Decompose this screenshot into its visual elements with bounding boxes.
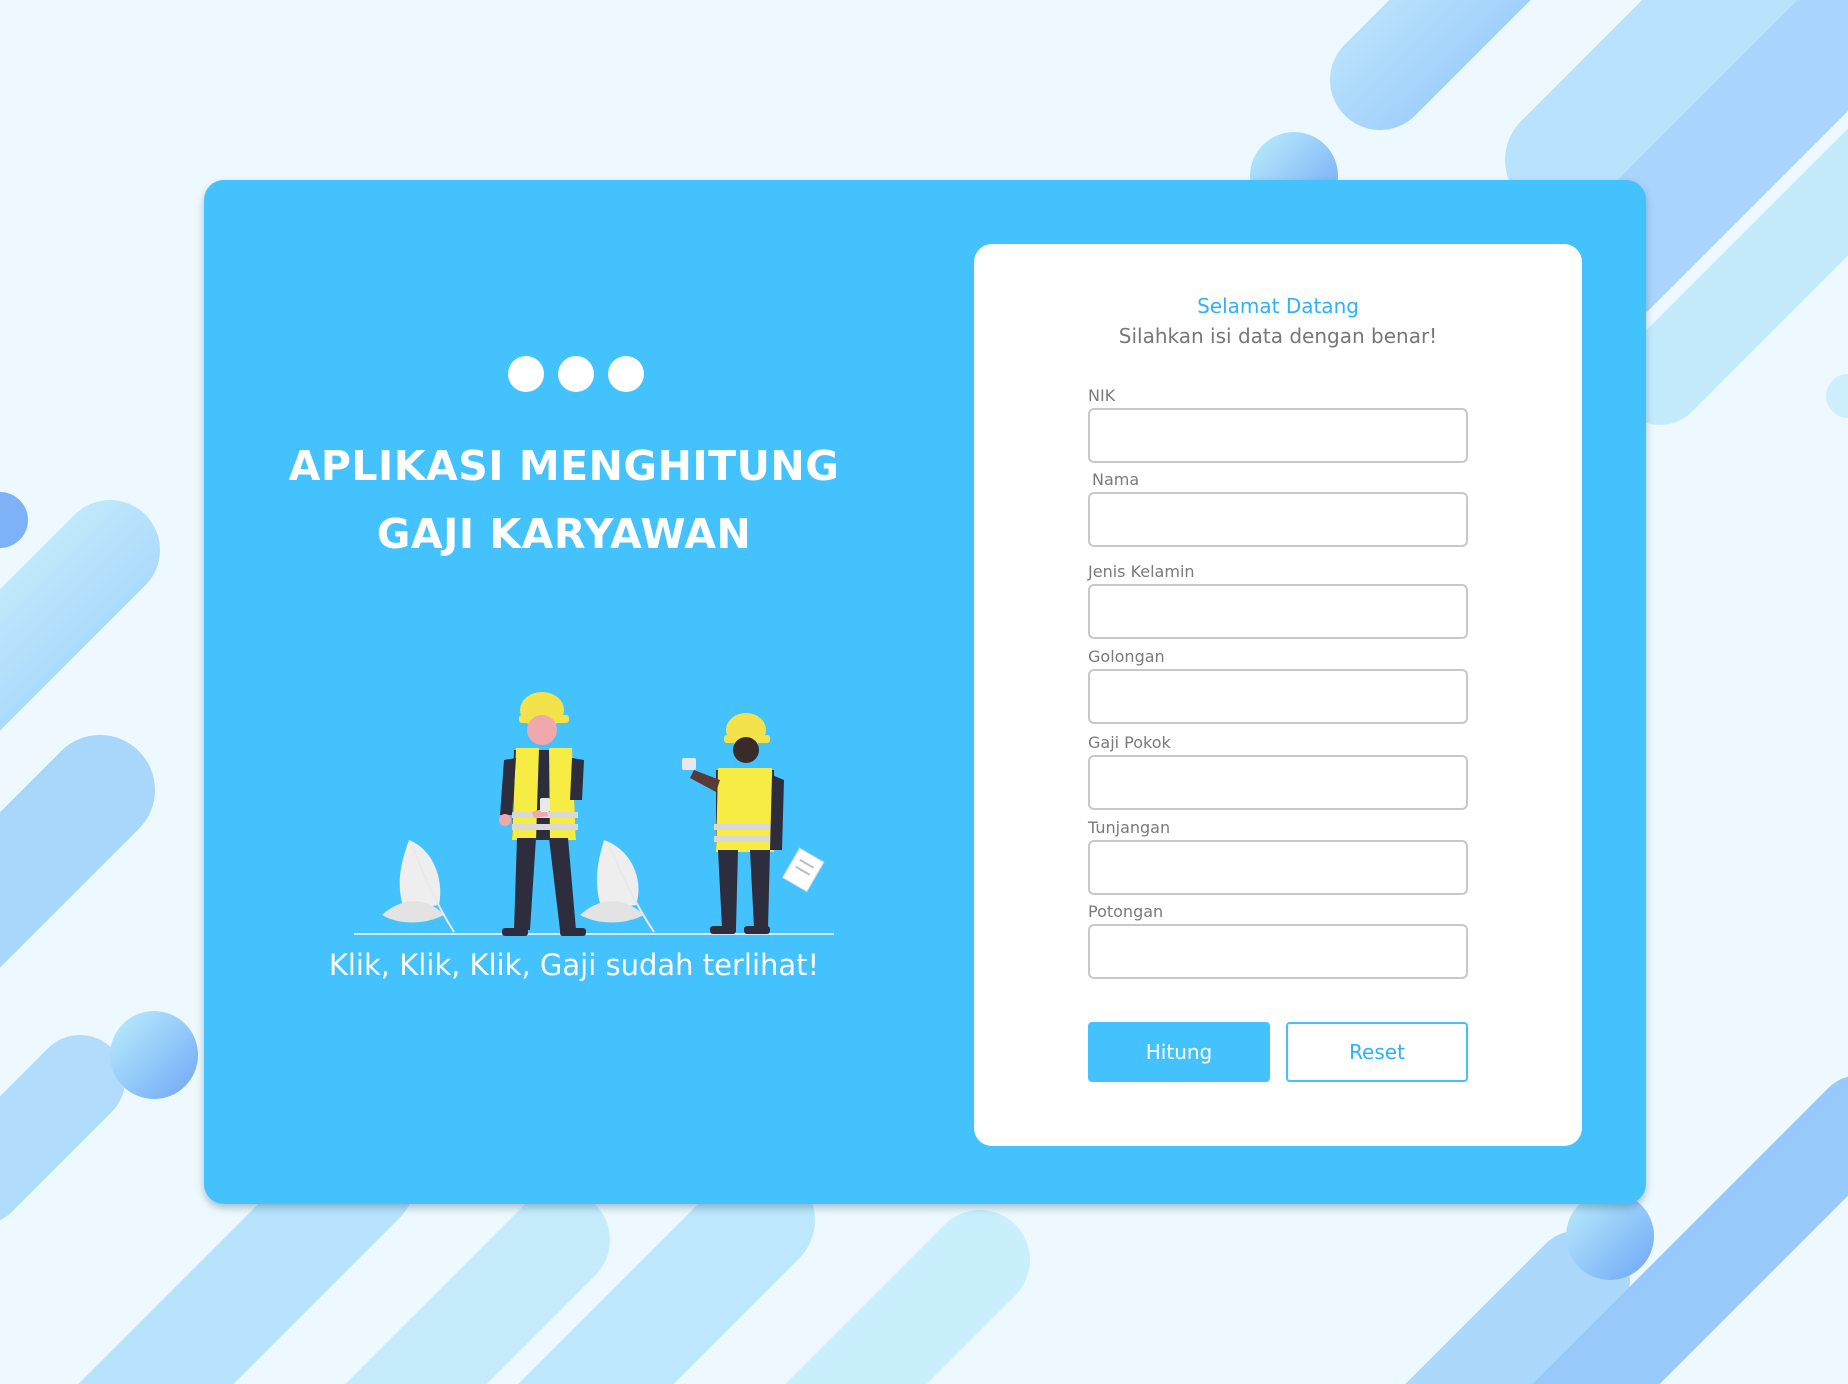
- gaji-pokok-label: Gaji Pokok: [1088, 733, 1171, 752]
- main-card: APLIKASI MENGHITUNG GAJI KARYAWAN Klik, …: [204, 180, 1646, 1204]
- golongan-input[interactable]: [1088, 669, 1468, 724]
- nik-input[interactable]: [1088, 408, 1468, 463]
- nama-input[interactable]: [1088, 492, 1468, 547]
- field-potongan: Potongan: [1088, 902, 1468, 979]
- nik-label: NIK: [1088, 386, 1116, 405]
- hitung-button[interactable]: Hitung: [1088, 1022, 1270, 1082]
- tunjangan-input[interactable]: [1088, 840, 1468, 895]
- field-jenis-kelamin: Jenis Kelamin: [1088, 562, 1468, 639]
- form-subtitle: Silahkan isi data dengan benar!: [1118, 324, 1438, 348]
- worker-two-icon: [682, 713, 825, 934]
- worker-one-icon: [499, 692, 586, 936]
- jenis-kelamin-label: Jenis Kelamin: [1088, 562, 1195, 581]
- field-nama: Nama: [1088, 470, 1468, 547]
- potongan-label: Potongan: [1088, 902, 1164, 921]
- field-gaji-pokok: Gaji Pokok: [1088, 733, 1468, 810]
- golongan-label: Golongan: [1088, 647, 1165, 666]
- jenis-kelamin-input[interactable]: [1088, 584, 1468, 639]
- plant-left-icon: [382, 840, 455, 933]
- tunjangan-label: Tunjangan: [1088, 818, 1171, 837]
- gaji-pokok-input[interactable]: [1088, 755, 1468, 810]
- field-tunjangan: Tunjangan: [1088, 818, 1468, 895]
- reset-button[interactable]: Reset: [1286, 1022, 1468, 1082]
- field-golongan: Golongan: [1088, 647, 1468, 724]
- intro-panel: APLIKASI MENGHITUNG GAJI KARYAWAN Klik, …: [204, 180, 974, 1204]
- app-title: APLIKASI MENGHITUNG GAJI KARYAWAN: [264, 432, 864, 568]
- field-nik: NIK: [1088, 386, 1468, 463]
- app-title-line1: APLIKASI MENGHITUNG: [288, 442, 840, 490]
- workers-illustration: [354, 692, 834, 936]
- plant-middle-icon: [580, 840, 655, 933]
- dot-icon: [508, 356, 544, 392]
- app-title-line2: GAJI KARYAWAN: [376, 510, 752, 558]
- form-panel: Selamat Datang Silahkan isi data dengan …: [974, 244, 1582, 1146]
- welcome-heading: Selamat Datang: [1197, 294, 1359, 318]
- window-dots: [508, 356, 644, 392]
- nama-label: Nama: [1092, 470, 1140, 489]
- dot-icon: [558, 356, 594, 392]
- potongan-input[interactable]: [1088, 924, 1468, 979]
- dot-icon: [608, 356, 644, 392]
- tagline: Klik, Klik, Klik, Gaji sudah terlihat!: [328, 948, 820, 982]
